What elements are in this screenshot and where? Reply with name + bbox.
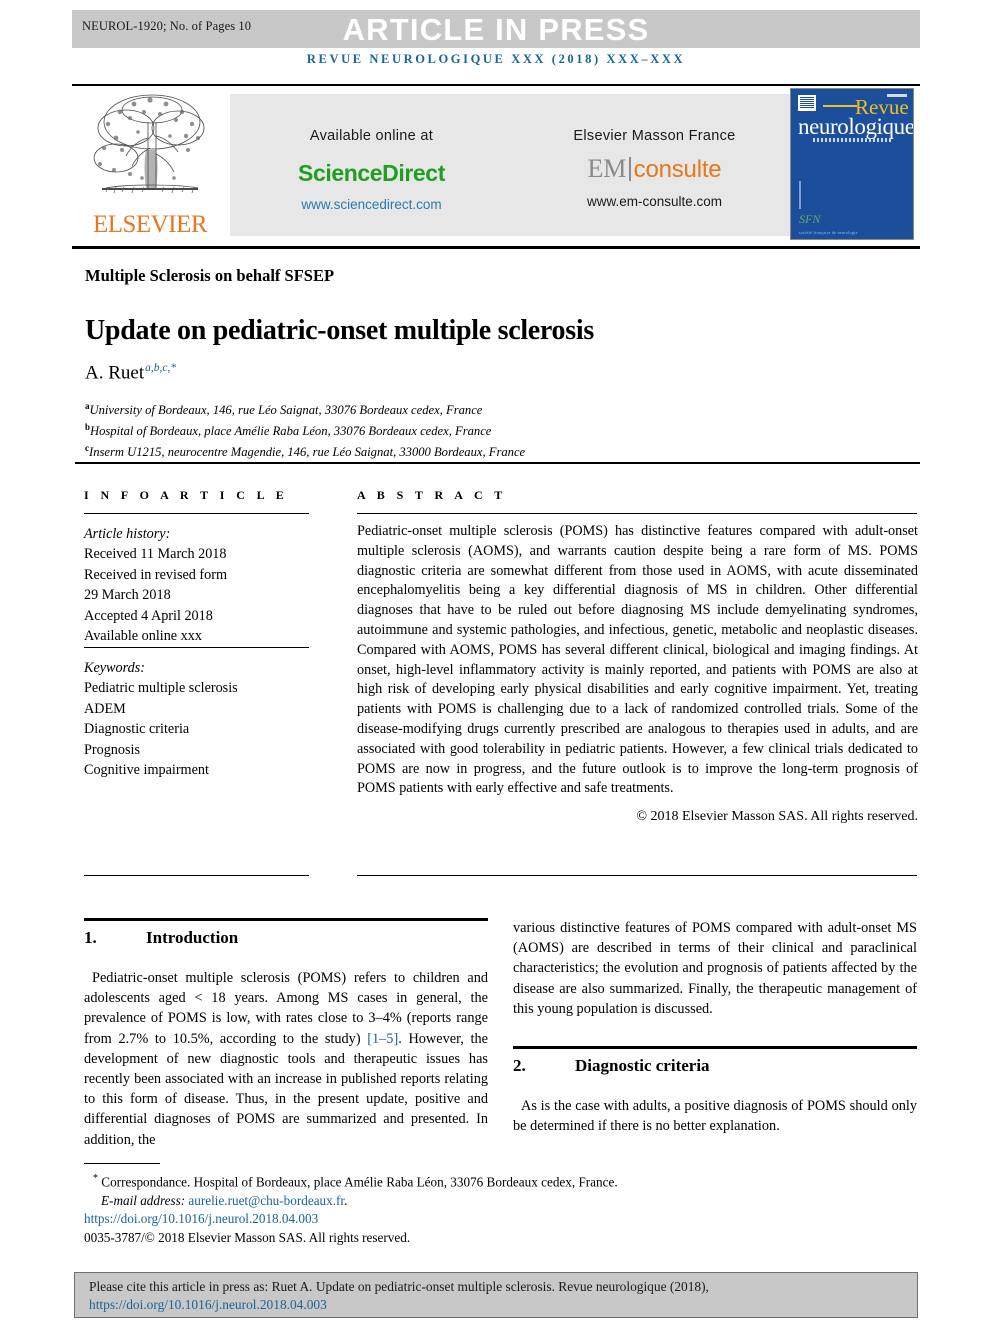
article-history-block: Article history: Received 11 March 2018 … — [84, 524, 319, 646]
column-right-body-section2: As is the case with adults, a positive d… — [513, 1096, 917, 1136]
emconsulte-brand: EM consulte — [513, 154, 796, 184]
affiliation-text: Hospital of Bordeaux, place Amélie Raba … — [90, 423, 492, 438]
paragraph: As is the case with adults, a positive d… — [513, 1098, 917, 1135]
issn-copyright-line: 0035-3787/© 2018 Elsevier Masson SAS. Al… — [84, 1229, 411, 1245]
keyword-item: Cognitive impairment — [84, 762, 209, 779]
article-in-press-banner: NEUROL-1920; No. of Pages 10 ARTICLE IN … — [72, 10, 920, 48]
info-article-rule — [84, 513, 309, 515]
elsevier-masson-label: Elsevier Masson France — [573, 128, 736, 144]
cover-spine-decoration — [799, 181, 801, 209]
history-item: 29 March 2018 — [84, 587, 171, 604]
abstract-body: Pediatric-onset multiple sclerosis (POMS… — [357, 523, 918, 797]
author-name: A. Ruet — [85, 362, 145, 384]
abstract-rule — [357, 513, 917, 515]
keywords-label: Keywords: — [84, 660, 145, 676]
affiliation-item: cInserm U1215, neurocentre Magendie, 146… — [85, 440, 845, 461]
emconsulte-divider — [629, 157, 631, 181]
emconsulte-url[interactable]: www.em-consulte.com — [513, 194, 796, 209]
email-footnote: E-mail address: aurelie.ruet@chu-bordeau… — [84, 1192, 914, 1210]
affiliation-item: bHospital of Bordeaux, place Amélie Raba… — [85, 419, 845, 440]
cover-society-logo: SFN — [799, 212, 821, 226]
correspondence-text: Correspondance. Hospital of Bordeaux, pl… — [101, 1174, 618, 1190]
correspondence-footnote: * Correspondance. Hospital of Bordeaux, … — [84, 1170, 914, 1192]
section-1-rule — [84, 918, 488, 922]
paragraph: Pediatric-onset multiple sclerosis (POMS… — [84, 968, 488, 1150]
email-link[interactable]: aurelie.ruet@chu-bordeaux.fr — [188, 1193, 344, 1208]
doi-link[interactable]: https://doi.org/10.1016/j.neurol.2018.04… — [84, 1211, 318, 1226]
section-1-heading: 1. Introduction — [84, 928, 238, 948]
doi-footnote: https://doi.org/10.1016/j.neurol.2018.04… — [84, 1210, 914, 1228]
column-left-body: Pediatric-onset multiple sclerosis (POMS… — [84, 968, 488, 1150]
elsevier-tree-mark-icon — [798, 95, 816, 111]
affiliation-text: Inserm U1215, neurocentre Magendie, 146,… — [89, 444, 526, 459]
sciencedirect-panel: Available online at ScienceDirect www.sc… — [230, 94, 796, 236]
masthead-top-rule — [72, 84, 920, 86]
abstract-copyright: © 2018 Elsevier Masson SAS. All rights r… — [636, 809, 918, 824]
sciencedirect-brand: ScienceDirect — [298, 160, 445, 186]
info-block-bottom-rule — [84, 875, 309, 877]
cite-doi-link[interactable]: https://doi.org/10.1016/j.neurol.2018.04… — [89, 1297, 327, 1312]
history-item: Received 11 March 2018 — [84, 546, 227, 563]
section-2-heading: 2. Diagnostic criteria — [513, 1056, 710, 1076]
abstract-heading: A B S T R A C T — [357, 488, 507, 502]
section-1-number: 1. — [84, 928, 97, 947]
cite-this-article-box: Please cite this article in press as: Ru… — [74, 1272, 918, 1318]
page-title: Update on pediatric-onset multiple scler… — [85, 314, 594, 346]
sciencedirect-column: Available online at ScienceDirect www.sc… — [230, 128, 513, 212]
column-right-body-continued: various distinctive features of POMS com… — [513, 918, 917, 1019]
history-item: Accepted 4 April 2018 — [84, 607, 213, 624]
section-1-title: Introduction — [146, 928, 239, 947]
keywords-block: Keywords: Pediatric multiple sclerosis A… — [84, 658, 319, 780]
journal-cover-thumbnail: Revue neurologique SFN société française… — [790, 88, 914, 240]
section-2-title: Diagnostic criteria — [575, 1056, 710, 1075]
affiliations-list: aUniversity of Bordeaux, 146, rue Léo Sa… — [85, 398, 845, 460]
footnote-rule — [84, 1163, 160, 1165]
elsevier-logo: ELSEVIER — [80, 88, 220, 240]
info-article-heading: I N F O A R T I C L E — [84, 488, 289, 502]
masthead-bottom-rule — [72, 246, 920, 250]
cover-society-caption: société française de neurologie — [799, 230, 858, 235]
paragraph: various distinctive features of POMS com… — [513, 920, 917, 1017]
cover-rule-decoration — [823, 105, 857, 107]
history-item: Received in revised form — [84, 566, 228, 583]
section-2-rule — [513, 1046, 917, 1050]
cite-this-article-text: Please cite this article in press as: Ru… — [89, 1278, 907, 1314]
author-name-line: A. Rueta,b,c,* — [85, 362, 176, 384]
article-history-label: Article history: — [84, 526, 171, 542]
elsevier-wordmark: ELSEVIER — [92, 211, 208, 238]
keyword-item: Diagnostic criteria — [84, 721, 190, 738]
subject-line: Multiple Sclerosis on behalf SFSEP — [85, 266, 335, 285]
keyword-item: Pediatric multiple sclerosis — [84, 680, 238, 697]
affiliation-item: aUniversity of Bordeaux, 146, rue Léo Sa… — [85, 398, 845, 419]
sciencedirect-url[interactable]: www.sciencedirect.com — [230, 197, 513, 212]
affiliation-text: University of Bordeaux, 146, rue Léo Sai… — [89, 403, 483, 418]
history-item: Available online xxx — [84, 628, 202, 645]
cover-title-neurologique: neurologique — [798, 114, 914, 139]
author-affiliation-marks: a,b,c,* — [145, 362, 177, 374]
journal-running-head: REVUE NEUROLOGIQUE XXX (2018) XXX–XXX — [306, 52, 686, 66]
email-label: E-mail address: — [101, 1192, 186, 1208]
emconsulte-column: Elsevier Masson France EM consulte www.em… — [513, 128, 796, 209]
citation-reference-link[interactable]: [1–5] — [367, 1031, 398, 1047]
title-block-bottom-rule — [75, 462, 920, 464]
masthead: ELSEVIER Available online at ScienceDire… — [72, 88, 920, 240]
cover-subtitle-decoration — [813, 138, 893, 142]
abstract-block-bottom-rule — [357, 875, 917, 877]
keywords-rule — [84, 647, 309, 649]
section-1-paragraph-b: . However, the development of new diagno… — [84, 1030, 488, 1148]
elsevier-tree-icon — [93, 94, 205, 194]
email-trail: . — [344, 1192, 348, 1208]
available-online-label: Available online at — [309, 128, 434, 144]
correspondence-mark: * — [93, 1173, 98, 1184]
keyword-item: ADEM — [84, 700, 126, 717]
article-in-press-label: ARTICLE IN PRESS — [342, 12, 650, 47]
cite-text-body: Please cite this article in press as: Ru… — [89, 1279, 709, 1294]
emconsulte-brand-consulte: consulte — [633, 156, 722, 183]
emconsulte-brand-em: EM — [587, 154, 627, 183]
footnotes-block: * Correspondance. Hospital of Bordeaux, … — [84, 1170, 914, 1247]
section-2-number: 2. — [513, 1056, 526, 1075]
keyword-item: Prognosis — [84, 741, 140, 758]
